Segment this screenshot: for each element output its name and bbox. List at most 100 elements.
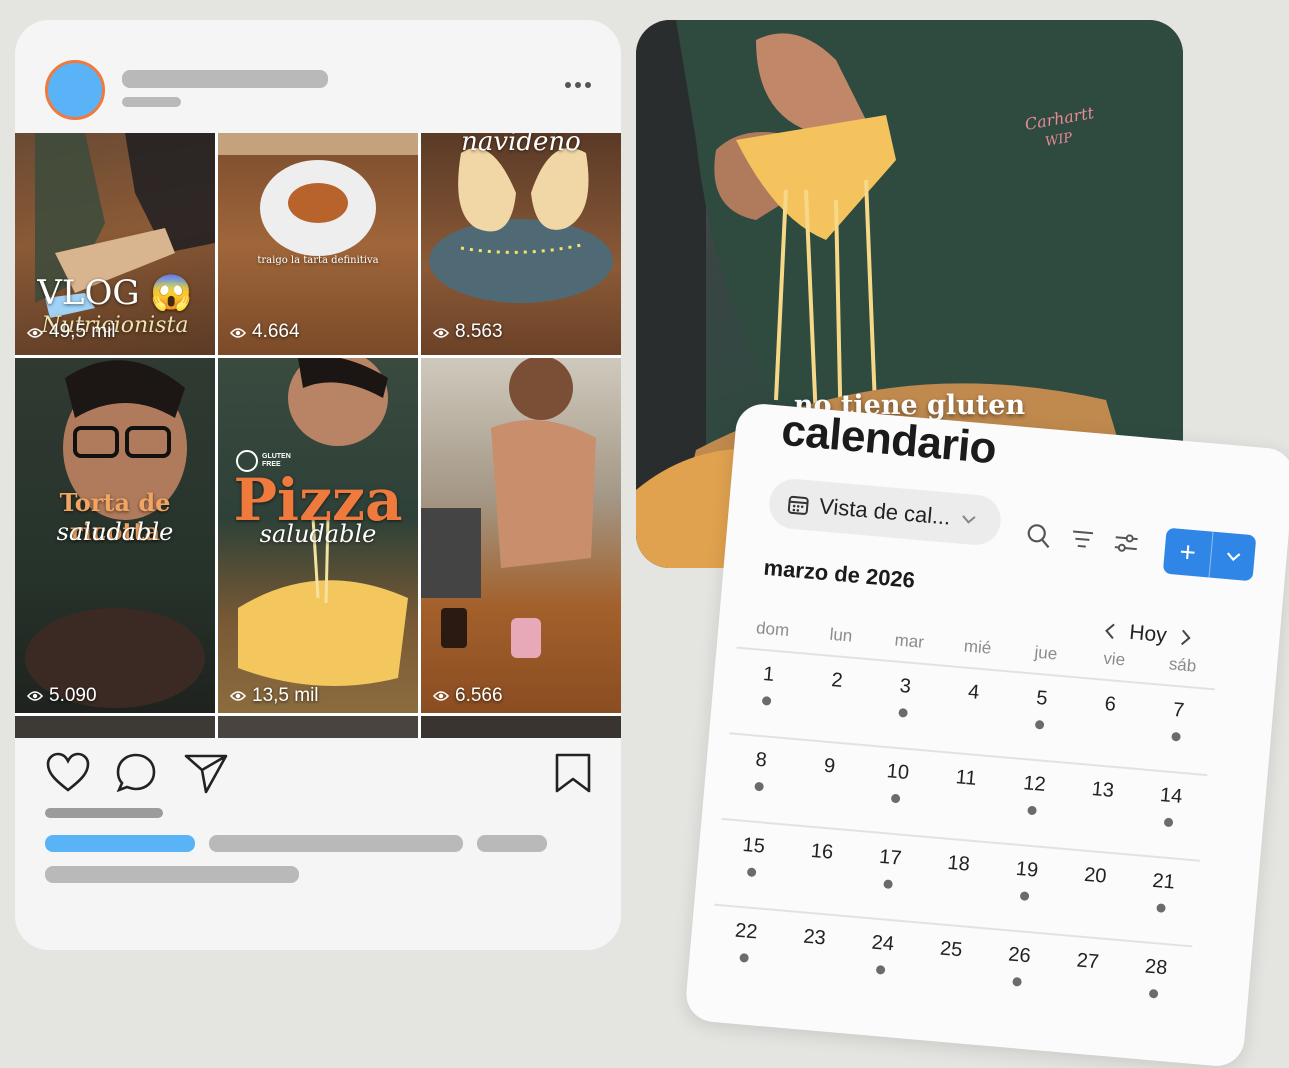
calendar-day[interactable]: 23 [776,912,851,992]
chevron-right-icon[interactable] [1180,628,1194,647]
day-number: 16 [809,839,835,864]
event-dot [761,696,772,706]
day-number: 11 [954,766,978,790]
calendar-day[interactable]: 25 [913,924,988,1004]
day-number: 24 [870,931,895,956]
calendar-day[interactable]: 11 [928,752,1003,832]
calendar-day[interactable]: 8 [723,734,798,814]
weekday-label: dom [755,618,790,641]
weekday-label: mar [893,630,925,652]
calendar-day[interactable]: 17 [852,832,927,912]
event-dot [1148,988,1159,999]
day-number: 1 [762,663,776,686]
calendar-day[interactable]: 10 [859,746,934,826]
tile-caption-secondary: saludable [259,520,377,548]
grid-tile[interactable] [421,716,621,738]
calendar-day[interactable]: 19 [988,844,1063,924]
sort-icon[interactable] [1068,525,1096,553]
share-icon[interactable] [183,752,229,794]
grid-tile[interactable]: traigo la tarta definitiva 4.664 [218,133,418,355]
calendar-day[interactable]: 5 [1003,672,1078,752]
day-number: 2 [830,669,844,692]
view-count: 8.563 [433,321,503,343]
calendar-day[interactable]: 22 [708,906,783,986]
day-number: 18 [946,851,971,876]
caption-link-placeholder[interactable] [45,835,195,852]
calendar-card: calendario Vista de cal... + marzo de 20… [684,401,1289,1068]
weekday-label: mié [963,636,993,658]
calendar-day[interactable]: 1 [730,649,805,729]
day-number: 12 [1022,772,1047,796]
calendar-day[interactable]: 9 [791,740,866,820]
calendar-day[interactable]: 27 [1049,935,1124,1015]
calendar-day[interactable]: 18 [920,838,995,918]
avatar[interactable] [45,60,105,120]
weekday-label: sáb [1168,654,1198,676]
calendar-day[interactable]: 14 [1133,770,1208,850]
calendar-day[interactable]: 20 [1057,850,1132,930]
event-dot [1156,903,1167,913]
heart-icon[interactable] [45,752,91,794]
day-number: 22 [734,919,759,944]
calendar-day[interactable]: 24 [844,918,919,998]
view-selector[interactable]: Vista de cal... [767,476,1003,548]
grid-tile[interactable]: Torta de ricotta saludable 5.090 [15,358,215,713]
calendar-day[interactable]: 16 [783,826,858,906]
today-button[interactable]: Hoy [1128,621,1167,648]
eye-icon [433,691,449,701]
day-number: 7 [1172,698,1186,722]
view-selector-label: Vista de cal... [818,493,952,530]
event-dot [898,707,908,718]
event-dot [746,867,757,878]
search-icon[interactable] [1024,521,1052,549]
comment-icon[interactable] [115,752,157,794]
calendar-day[interactable]: 4 [935,667,1010,747]
grid-tile[interactable]: navideño 8.563 [421,133,621,355]
grid-tile[interactable]: VLOG 😱 Nutricionista 49,5 mil [15,133,215,355]
filter-settings-icon[interactable] [1112,529,1140,557]
grid-tile[interactable] [218,716,418,738]
day-number: 17 [878,845,903,870]
calendar-day[interactable]: 2 [798,655,873,735]
event-dot [1012,976,1023,987]
add-button[interactable]: + [1162,527,1257,582]
calendar-day[interactable]: 13 [1064,764,1139,844]
event-dot [883,879,893,890]
calendar-day[interactable]: 12 [996,758,1071,838]
eye-icon [27,327,43,338]
eye-icon [230,691,246,701]
month-navigation: Hoy [1102,619,1193,651]
calendar-icon [787,495,809,515]
post-actions [15,752,621,802]
tile-illustration [421,358,596,658]
tile-caption: navideño [461,133,581,157]
username-placeholder[interactable] [122,70,328,88]
view-count: 4.664 [230,321,300,343]
weekday-label: jue [1033,642,1059,664]
chevron-left-icon[interactable] [1103,622,1117,641]
caption-placeholder [477,835,547,852]
view-count-value: 6.566 [455,684,503,706]
eye-icon [433,327,449,338]
grid-tile[interactable]: 6.566 [421,358,621,713]
grid-tile[interactable] [15,716,215,738]
calendar-day[interactable]: 6 [1072,678,1147,758]
calendar-day[interactable]: 28 [1118,941,1193,1021]
likes-placeholder [45,808,163,818]
tile-caption: VLOG 😱 [37,273,193,313]
calendar-day[interactable]: 21 [1125,856,1200,936]
calendar-day[interactable]: 7 [1140,684,1215,764]
view-count: 5.090 [27,678,97,713]
more-icon[interactable] [565,82,591,88]
calendar-day[interactable]: 15 [715,820,790,900]
grid-tile[interactable]: GLUTEN FREE Pizza saludable 13,5 mil [218,358,418,713]
day-number: 5 [1035,686,1049,710]
calendar-day[interactable]: 3 [867,661,942,741]
bookmark-icon[interactable] [553,752,593,794]
calendar-day[interactable]: 26 [981,930,1056,1010]
eye-icon [27,691,43,701]
add-options-button[interactable] [1211,550,1255,564]
eye-icon [230,327,246,338]
day-number: 26 [1007,943,1032,968]
view-count-value: 4.664 [252,321,300,342]
